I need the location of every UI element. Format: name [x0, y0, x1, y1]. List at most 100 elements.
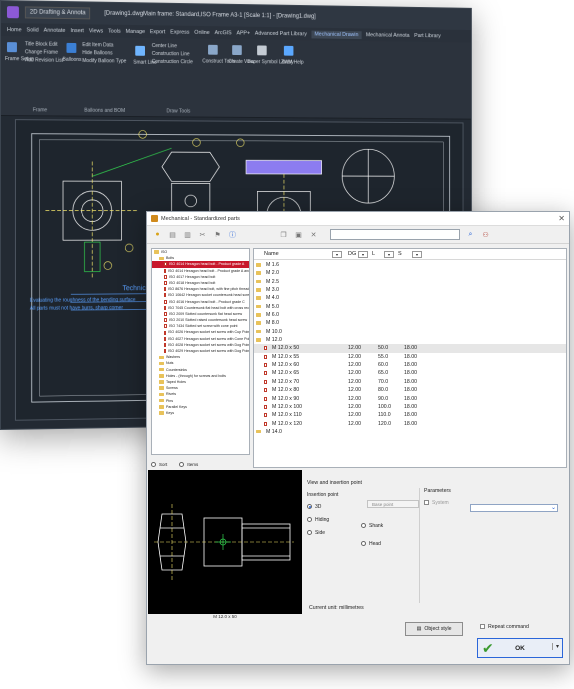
tab-insert[interactable]: Insert — [70, 28, 84, 34]
table-row[interactable]: M 4.0 — [254, 294, 566, 302]
table-row[interactable]: M 12.0 x 120 12.00 120.0 18.00 — [254, 420, 566, 428]
hiding-option[interactable]: Hiding — [307, 517, 338, 523]
s-filter-dropdown[interactable]: ▾ — [412, 251, 422, 258]
folder-icon — [256, 280, 261, 284]
tab-solid[interactable]: Solid — [27, 27, 39, 33]
table-row[interactable]: M 12.0 x 100 12.00 100.0 18.00 — [254, 403, 566, 411]
table-row[interactable]: M 2.5 — [254, 278, 566, 286]
items-option[interactable]: Items — [179, 462, 198, 467]
tab-export[interactable]: Export — [150, 29, 165, 35]
tab-manage[interactable]: Manage — [126, 28, 145, 34]
items-radio[interactable] — [179, 462, 184, 467]
table-row[interactable]: M 12.0 — [254, 336, 566, 344]
paste-icon[interactable]: ▣ — [294, 230, 303, 239]
side-radio[interactable] — [307, 530, 312, 535]
tab-advanced-part-library[interactable]: Advanced Part Library — [255, 30, 307, 37]
table-row[interactable]: M 3.0 — [254, 286, 566, 294]
head-radio[interactable] — [361, 541, 366, 546]
table-row[interactable]: M 5.0 — [254, 303, 566, 311]
table-row[interactable]: M 12.0 x 70 12.00 70.0 18.00 — [254, 378, 566, 386]
tree-label: Keys — [166, 410, 174, 416]
tab-tools[interactable]: Tools — [108, 28, 121, 34]
tab-part-library[interactable]: Part Library — [414, 33, 441, 39]
column-name[interactable]: Name — [264, 251, 279, 257]
workspace-dropdown[interactable]: 2D Drafting & Annota — [25, 6, 91, 19]
tab-app[interactable]: APP+ — [236, 30, 250, 36]
balloons-button[interactable]: Balloons — [63, 57, 82, 63]
view-3d-option[interactable]: 3D — [307, 504, 338, 510]
details-view-icon[interactable]: ▥ — [183, 230, 192, 239]
table-row[interactable]: M 12.0 x 80 12.00 80.0 18.00 — [254, 386, 566, 394]
ok-button[interactable]: ✔ OK ▾ — [477, 638, 563, 658]
side-option[interactable]: Side — [307, 530, 338, 536]
tab-express[interactable]: Express — [170, 29, 189, 35]
table-row[interactable]: M 12.0 x 50 12.00 50.0 18.00 — [254, 344, 566, 352]
column-l[interactable]: L — [372, 251, 375, 257]
shank-option[interactable]: Shank — [361, 523, 383, 529]
system-dropdown[interactable]: ⌄ — [470, 504, 558, 512]
table-row[interactable]: M 6.0 — [254, 311, 566, 319]
title-block-edit-button[interactable]: Title Block Edit — [25, 41, 58, 47]
construction-circle-button[interactable]: Construction Circle — [152, 59, 193, 65]
close-icon[interactable]: ✕ — [558, 214, 565, 223]
view-3d-radio[interactable] — [307, 504, 312, 509]
delete-icon[interactable]: ✕ — [309, 230, 318, 239]
dg-filter-dropdown[interactable]: ▾ — [358, 251, 368, 258]
category-tree[interactable]: ISO Bolts ISO 4014 Hexagon head bolt - Pro… — [151, 248, 250, 455]
zwm-help-button[interactable]: ZWM Help — [281, 59, 304, 65]
table-row[interactable]: M 12.0 x 55 12.00 55.0 18.00 — [254, 353, 566, 361]
table-row[interactable]: M 14.0 — [254, 428, 566, 436]
table-row[interactable]: M 12.0 x 90 12.00 90.0 18.00 — [254, 395, 566, 403]
favorites-icon[interactable]: ● — [153, 230, 162, 239]
tree-folder[interactable]: Keys — [152, 410, 249, 416]
table-row[interactable]: M 12.0 x 110 12.00 110.0 18.00 — [254, 411, 566, 419]
copy-icon[interactable]: ❐ — [279, 230, 288, 239]
repeat-command-checkbox[interactable] — [480, 624, 485, 629]
sort-option[interactable]: Sort — [151, 462, 167, 467]
center-line-button[interactable]: Center Line — [152, 43, 177, 49]
search-icon[interactable]: ⌕ — [466, 230, 475, 239]
table-row[interactable]: M 2.0 — [254, 269, 566, 277]
size-table[interactable]: Name ▾ DG ▾ L ▾ S ▾ M 1.6 M 2.0 M 2.5 M 3.0… — [253, 248, 567, 468]
table-row[interactable]: M 12.0 x 60 12.00 60.0 18.00 — [254, 361, 566, 369]
tab-online[interactable]: Online — [194, 29, 209, 35]
search-input[interactable] — [330, 229, 460, 240]
head-option[interactable]: Head — [361, 541, 381, 547]
ok-dropdown-icon[interactable]: ▾ — [552, 643, 559, 650]
tab-annotate[interactable]: Annotate — [44, 27, 66, 33]
change-frame-button[interactable]: Change Frame — [25, 49, 58, 55]
sort-radio[interactable] — [151, 462, 156, 467]
info-icon[interactable]: ⓘ — [228, 230, 237, 239]
shank-radio[interactable] — [361, 523, 366, 528]
tab-home[interactable]: Home — [7, 27, 22, 33]
folder-icon — [159, 380, 164, 384]
table-row[interactable]: M 1.6 — [254, 261, 566, 269]
add-revision-list-button[interactable]: Add Revision List — [25, 57, 63, 63]
hiding-radio[interactable] — [307, 517, 312, 522]
repeat-command-option[interactable]: Repeat command — [480, 624, 529, 630]
tab-views[interactable]: Views — [89, 28, 103, 34]
column-s[interactable]: S — [398, 251, 402, 257]
tab-mechanical-annotation[interactable]: Mechanical Annota — [366, 32, 410, 38]
construction-line-button[interactable]: Construction Line — [152, 51, 190, 57]
binoculars-icon[interactable]: ⚇ — [481, 230, 490, 239]
smart-line-icon — [135, 46, 145, 56]
base-point-dropdown[interactable]: Base point — [367, 500, 419, 508]
edit-item-data-button[interactable]: Edit Item Data — [82, 42, 113, 48]
system-checkbox[interactable] — [424, 500, 429, 505]
table-row[interactable]: M 12.0 x 65 12.00 65.0 18.00 — [254, 369, 566, 377]
tab-mechanical-drawing[interactable]: Mechanical Drawin — [312, 30, 362, 39]
table-row[interactable]: M 8.0 — [254, 319, 566, 327]
name-filter-dropdown[interactable]: ▾ — [332, 251, 342, 258]
tools-icon[interactable]: ✂ — [198, 230, 207, 239]
filter-icon[interactable]: ⚑ — [213, 230, 222, 239]
l-filter-dropdown[interactable]: ▾ — [384, 251, 394, 258]
column-dg[interactable]: DG — [348, 251, 356, 257]
tab-arcgis[interactable]: ArcGIS — [215, 30, 232, 36]
list-view-icon[interactable]: ▤ — [168, 230, 177, 239]
modify-balloon-type-button[interactable]: Modify Balloon Type — [82, 58, 126, 64]
object-style-button[interactable]: ▦ Object style — [405, 622, 463, 636]
hide-balloons-button[interactable]: Hide Balloons — [82, 50, 112, 56]
table-row[interactable]: M 10.0 — [254, 328, 566, 336]
cell-l: 80.0 — [378, 386, 388, 394]
